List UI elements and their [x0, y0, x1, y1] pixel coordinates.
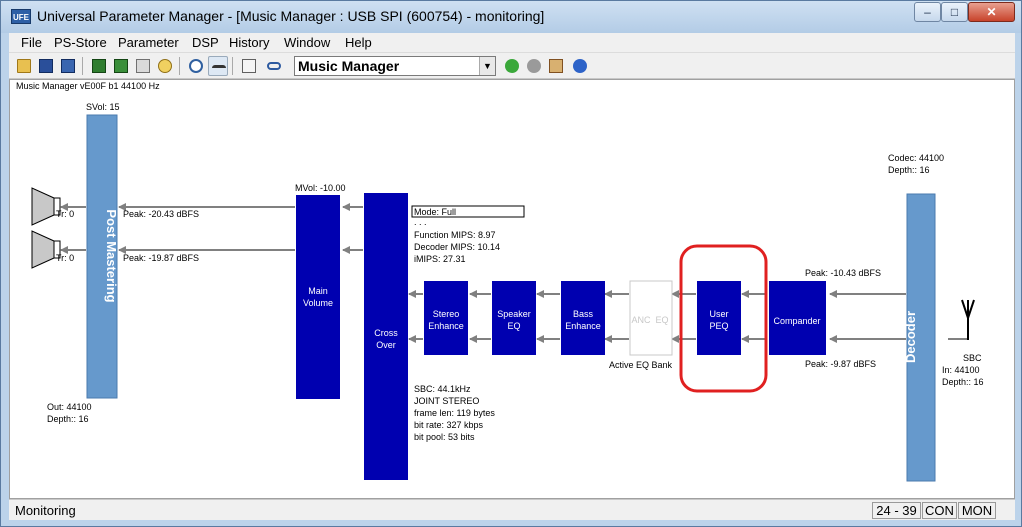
- forward-icon[interactable]: [524, 56, 544, 76]
- compander-label: Compander: [773, 316, 820, 326]
- in-rate-label: In: 44100: [942, 365, 980, 375]
- in-depth-label: Depth:: 16: [942, 377, 984, 387]
- menu-parameter[interactable]: Parameter: [118, 35, 179, 50]
- tr-label-1: Tr: 0: [56, 209, 74, 219]
- clipboard-icon[interactable]: [239, 56, 259, 76]
- menu-ps-store[interactable]: PS-Store: [54, 35, 107, 50]
- eq-label: EQ: [655, 315, 668, 325]
- signal-flow-canvas: Music Manager vE00F b1 44100 Hz Tr: 0 Tr…: [9, 79, 1015, 499]
- user-peq-label-1: User: [709, 309, 728, 319]
- toolbar: Music Manager ▼: [9, 53, 1015, 79]
- svol-label: SVol: 15: [86, 102, 120, 112]
- toolbar-separator: [82, 57, 83, 75]
- codec-depth-label: Depth:: 16: [888, 165, 930, 175]
- mon-panel: MON: [958, 502, 996, 519]
- close-button[interactable]: ✕: [968, 2, 1015, 22]
- out-depth-label: Depth:: 16: [47, 414, 89, 424]
- menu-history[interactable]: History: [229, 35, 269, 50]
- codec-label: Codec: 44100: [888, 153, 944, 163]
- home-icon[interactable]: [546, 56, 566, 76]
- peak-left-label: Peak: -20.43 dBFS: [123, 209, 199, 219]
- stereo-enhance-label-2: Enhance: [428, 321, 464, 331]
- link-icon[interactable]: [264, 56, 284, 76]
- menu-help[interactable]: Help: [345, 35, 372, 50]
- status-bar: Monitoring 24 - 39 CON MON: [9, 499, 1015, 520]
- save-as-icon[interactable]: [58, 56, 78, 76]
- speaker-eq-label-1: Speaker: [497, 309, 531, 319]
- sbc-info-line: bit rate: 327 kbps: [414, 420, 484, 430]
- help-icon[interactable]: [570, 56, 590, 76]
- tr-label-2: Tr: 0: [56, 253, 74, 263]
- menu-file[interactable]: File: [21, 35, 42, 50]
- glasses-icon[interactable]: [208, 56, 228, 76]
- main-volume-label-2: Volume: [303, 298, 333, 308]
- status-text: Monitoring: [15, 503, 76, 518]
- clock-icon[interactable]: [186, 56, 206, 76]
- back-icon[interactable]: [502, 56, 522, 76]
- sbc-info-line: SBC: 44.1kHz: [414, 384, 471, 394]
- peak-in-2-label: Peak: -9.87 dBFS: [805, 359, 876, 369]
- peak-right-label: Peak: -19.87 dBFS: [123, 253, 199, 263]
- dots-label: . . .: [414, 217, 427, 227]
- crossover-label-2: Over: [376, 340, 396, 350]
- toolbar-separator: [179, 57, 180, 75]
- sbc-info-line: bit pool: 53 bits: [414, 432, 475, 442]
- app-window: UFE Universal Parameter Manager - [Music…: [0, 0, 1022, 527]
- minimize-button[interactable]: –: [914, 2, 941, 22]
- user-peq-label-2: PEQ: [709, 321, 728, 331]
- mvol-label: MVol: -10.00: [295, 183, 346, 193]
- window-title: Universal Parameter Manager - [Music Man…: [37, 8, 545, 24]
- chevron-down-icon[interactable]: ▼: [479, 57, 495, 75]
- decoder-mips-label: Decoder MIPS: 10.14: [414, 242, 500, 252]
- menu-bar: File PS-Store Parameter DSP History Wind…: [9, 33, 1015, 53]
- open-folder-icon[interactable]: [14, 56, 34, 76]
- main-volume-block[interactable]: [296, 195, 340, 399]
- out-rate-label: Out: 44100: [47, 402, 92, 412]
- sbc-info-line: frame len: 119 bytes: [414, 408, 495, 418]
- bass-enhance-label-2: Enhance: [565, 321, 601, 331]
- decoder-label: Decoder: [903, 311, 918, 363]
- search-icon[interactable]: [155, 56, 175, 76]
- chip-write-icon[interactable]: [111, 56, 131, 76]
- con-panel: CON: [922, 502, 957, 519]
- sbc-info-line: JOINT STEREO: [414, 396, 479, 406]
- toolbar-separator: [232, 57, 233, 75]
- import-icon[interactable]: [133, 56, 153, 76]
- config-select-value: Music Manager: [298, 58, 400, 74]
- speaker-left-icon: [31, 187, 61, 226]
- function-mips-label: Function MIPS: 8.97: [414, 230, 496, 240]
- chip-read-icon[interactable]: [89, 56, 109, 76]
- save-icon[interactable]: [36, 56, 56, 76]
- config-select[interactable]: Music Manager ▼: [294, 56, 496, 76]
- imips-label: iMIPS: 27.31: [414, 254, 466, 264]
- sbc-label: SBC: [963, 353, 982, 363]
- bass-enhance-label-1: Bass: [573, 309, 594, 319]
- signal-flow-diagram: Music Manager vE00F b1 44100 Hz Tr: 0 Tr…: [16, 81, 984, 482]
- menu-window[interactable]: Window: [284, 35, 330, 50]
- stereo-enhance-label-1: Stereo: [433, 309, 460, 319]
- active-eq-bank-label: Active EQ Bank: [609, 360, 673, 370]
- title-bar[interactable]: UFE Universal Parameter Manager - [Music…: [1, 1, 1021, 33]
- peak-in-1-label: Peak: -10.43 dBFS: [805, 268, 881, 278]
- maximize-button[interactable]: □: [941, 2, 968, 22]
- app-icon[interactable]: UFE: [11, 9, 31, 24]
- mode-label: Mode: Full: [414, 207, 456, 217]
- post-mastering-label: Post Mastering: [104, 209, 119, 302]
- menu-dsp[interactable]: DSP: [192, 35, 219, 50]
- speaker-eq-label-2: EQ: [507, 321, 520, 331]
- antenna-icon: [961, 299, 975, 340]
- anc-label: ANC: [631, 315, 651, 325]
- main-volume-label-1: Main: [308, 286, 328, 296]
- diagram-header: Music Manager vE00F b1 44100 Hz: [16, 81, 160, 91]
- position-panel: 24 - 39: [872, 502, 921, 519]
- crossover-label-1: Cross: [374, 328, 398, 338]
